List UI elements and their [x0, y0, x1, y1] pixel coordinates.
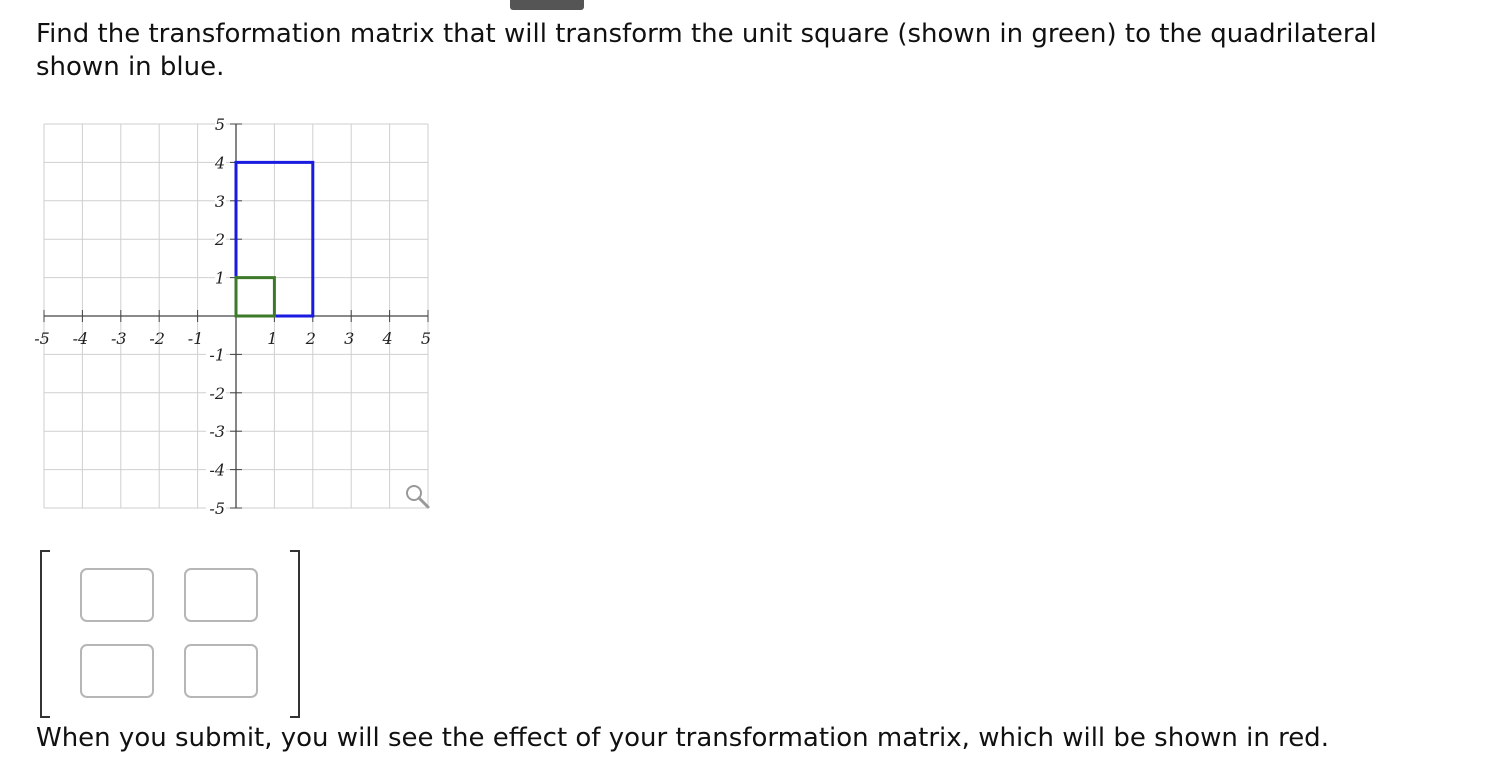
y-tick-label: 1 [215, 269, 225, 288]
question-text: Find the transformation matrix that will… [36, 19, 1377, 82]
y-tick-label: -5 [209, 499, 225, 518]
y-tick-label: 4 [214, 153, 225, 172]
x-tick-label: 1 [267, 329, 277, 348]
matrix-left-bracket [40, 550, 50, 718]
y-tick-label: -1 [209, 345, 225, 364]
submit-note: When you submit, you will see the effect… [36, 723, 1329, 753]
y-tick-label: -4 [209, 461, 225, 480]
matrix-cell-a22[interactable] [184, 644, 258, 698]
x-tick-label: -5 [34, 329, 50, 348]
x-tick-label: -4 [73, 329, 89, 348]
matrix-cell-a21[interactable] [80, 644, 154, 698]
x-tick-label: 2 [305, 329, 316, 348]
x-tick-label: 5 [421, 329, 431, 348]
coordinate-graph[interactable]: -5 -4 -3 -2 -1 1 2 3 4 5 5 4 3 2 1 -1 -2 -3 -4 -5 [0, 100, 460, 530]
y-tick-label: -3 [209, 422, 225, 441]
y-tick-label: 2 [214, 230, 225, 249]
y-tick-label: 3 [215, 192, 225, 211]
x-tick-label: -3 [111, 329, 127, 348]
matrix-cell-a12[interactable] [184, 568, 258, 622]
top-tab-handle[interactable] [510, 0, 584, 10]
y-tick-label: 5 [215, 115, 225, 134]
x-tick-label: 3 [344, 329, 354, 348]
unit-square [234, 276, 276, 318]
x-tick-label: -2 [149, 329, 165, 348]
matrix-cell-a11[interactable] [80, 568, 154, 622]
x-tick-label: 4 [382, 329, 393, 348]
magnifier-icon[interactable] [406, 485, 430, 509]
transformation-matrix [40, 550, 300, 718]
matrix-right-bracket [290, 550, 300, 718]
x-tick-label: -1 [188, 329, 204, 348]
y-tick-label: -2 [209, 384, 225, 403]
